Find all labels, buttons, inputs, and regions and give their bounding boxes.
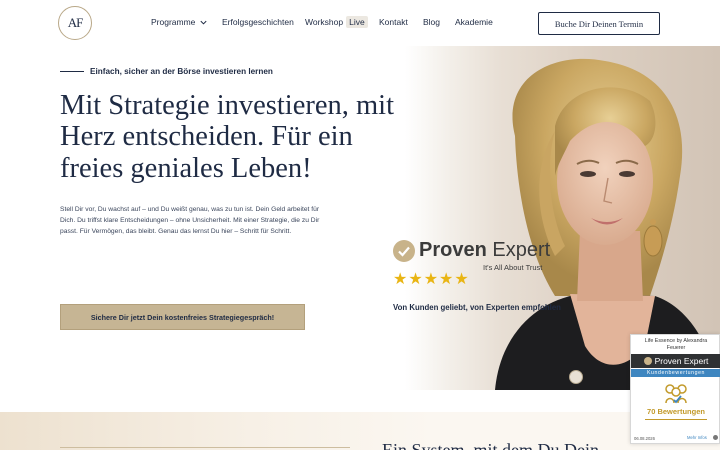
nav-item-kontakt[interactable]: Kontakt (379, 17, 408, 27)
star-icon: ★ (439, 271, 454, 288)
widget-brand-text: Proven Expert (654, 356, 709, 366)
brand-logo[interactable]: AF (58, 6, 92, 40)
widget-subtitle: Kundenbewertungen (631, 369, 720, 377)
info-icon[interactable] (713, 435, 718, 440)
proven-expert-logo[interactable]: Proven Expert (419, 239, 550, 262)
pe-brand-first: Proven (419, 239, 487, 261)
star-icon: ★ (408, 271, 423, 288)
nav-item-workshop[interactable]: Workshop Live (305, 16, 368, 28)
widget-date: 06.08.2026 (634, 436, 655, 441)
hero-headline: Mit Strategie investieren, mit Herz ents… (60, 90, 395, 184)
logo-monogram: AF (67, 15, 84, 30)
star-icon: ★ (454, 271, 469, 288)
pe-caption: Von Kunden geliebt, von Experten empfohl… (393, 303, 561, 312)
video-play-dot[interactable] (569, 370, 583, 384)
system-section (0, 412, 720, 450)
nav-item-programme[interactable]: Programme (151, 17, 208, 27)
nav-label-blog: Blog (423, 17, 441, 27)
nav-label-kontakt: Kontakt (379, 17, 408, 27)
pe-tagline: It's All About Trust (483, 263, 543, 272)
widget-review-count: 70 Bewertungen (647, 407, 705, 416)
star-icon: ★ (393, 271, 408, 288)
kicker-divider (60, 71, 84, 72)
live-badge: Live (346, 16, 368, 28)
kicker-text: Einfach, sicher an der Börse investieren… (90, 67, 273, 76)
rating-stars: ★ ★ ★ ★ ★ (393, 272, 469, 288)
star-icon: ★ (423, 271, 439, 288)
widget-check-icon (643, 357, 652, 365)
system-section-title: Ein System, mit dem Du Dein (382, 440, 599, 450)
widget-divider (645, 419, 707, 420)
nav-label-akademie: Akademie (455, 17, 493, 27)
nav-label-programme: Programme (151, 17, 196, 27)
book-appointment-button[interactable]: Buche Dir Deinen Termin (538, 12, 660, 35)
hero-intro: Stell Dir vor, Du wachst auf – und Du we… (60, 206, 320, 236)
widget-more-link[interactable]: Mehr Infos (687, 435, 707, 440)
nav-label-erfolgsgeschichten: Erfolgsgeschichten (222, 17, 294, 27)
widget-brand-bar: Proven Expert (631, 354, 720, 368)
site-header: AF Programme Erfolgsgeschichten Workshop… (0, 0, 720, 46)
widget-company-name: Life Essence by Alexandra Feuerer (644, 338, 708, 351)
proven-expert-widget[interactable]: Life Essence by Alexandra Feuerer Proven… (630, 334, 720, 444)
nav-item-blog[interactable]: Blog (423, 17, 440, 27)
nav-item-erfolgsgeschichten[interactable]: Erfolgsgeschichten (222, 17, 294, 27)
reviewers-icon (665, 384, 687, 404)
nav-label-workshop: Workshop (305, 17, 344, 27)
chevron-down-icon (200, 20, 207, 25)
proven-expert-check-icon (393, 240, 415, 262)
nav-item-akademie[interactable]: Akademie (455, 17, 493, 27)
pe-brand-second: Expert (492, 239, 551, 261)
strategy-call-button[interactable]: Sichere Dir jetzt Dein kostenfreies Stra… (60, 304, 305, 330)
hero-kicker: Einfach, sicher an der Börse investieren… (60, 67, 273, 76)
